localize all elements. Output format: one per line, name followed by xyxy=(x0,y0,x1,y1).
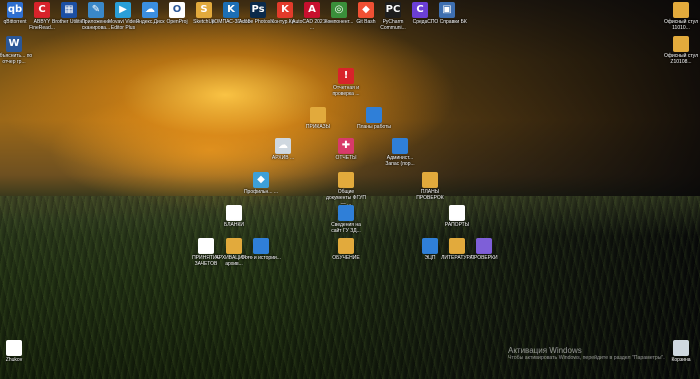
adobe-photoshop-icon: Ps xyxy=(250,2,266,18)
desktop-icon-label: Zhukov xyxy=(5,357,23,363)
profile-icon: ◆ xyxy=(253,172,269,188)
kontur-kr-icon: K xyxy=(277,2,293,18)
desktop-icon-training[interactable]: ОБУЧЕНИЕ xyxy=(326,238,366,261)
movavi-video-editor-icon: ▶ xyxy=(115,2,131,18)
desktop-icon-label: БЛАНКИ xyxy=(223,222,244,228)
brother-utilities-icon: ▦ xyxy=(61,2,77,18)
windows-activation-watermark: Активация Windows Чтобы активировать Win… xyxy=(508,346,665,362)
desktop-icon-label: ПРИКАЗЫ xyxy=(305,124,331,130)
inspection-plans-icon xyxy=(422,172,438,188)
desktop-icon-inspections[interactable]: ПРОВЕРКИ xyxy=(464,238,504,261)
desktop-icon-spo-spravki-bk[interactable]: ▣ СПО Справки БК xyxy=(427,2,467,25)
desktop-icon-label: Планы работы xyxy=(356,124,392,130)
desktop-icon-blanks[interactable]: БЛАНКИ xyxy=(214,205,254,228)
desktop-icon-zhukov[interactable]: Zhukov xyxy=(0,340,34,363)
inspections-icon xyxy=(476,238,492,254)
desktop-icon-label: СПО Справки БК xyxy=(427,19,467,25)
desktop-icon-report-check[interactable]: ! Отчетная и проверка ... xyxy=(326,68,366,97)
desktop-icon-label: АРХИВ ... xyxy=(271,155,295,161)
report-check-icon: ! xyxy=(338,68,354,84)
desktop-icon-office-chair-11010[interactable]: Офисный стул 11010... xyxy=(661,2,700,31)
desktop-icon-photos-history[interactable]: Фото и истории... xyxy=(241,238,281,261)
desktop-icon-profile[interactable]: ◆ Профильн... ... xyxy=(241,172,281,195)
recycle-bin-icon xyxy=(673,340,689,356)
desktop-icon-label: Объяснить... по отчер гр... xyxy=(0,53,33,65)
desktop-icon-site-info[interactable]: Сведения на сайт ГУ ЗД... xyxy=(326,205,366,234)
reports-icon: ✚ xyxy=(338,138,354,154)
desktop-icon-label: Профильн... ... xyxy=(243,189,279,195)
desktop-icon-reports[interactable]: ✚ ОТЧЕТЫ xyxy=(326,138,366,161)
desktop-icon-label: ПЛАНЫ ПРОВЕРОК xyxy=(416,189,444,201)
work-plans-icon xyxy=(366,107,382,123)
sketchup-icon: S xyxy=(196,2,212,18)
desktop-icon-shared-documents[interactable]: Общие документы ФГУП — ... xyxy=(326,172,366,207)
qbittorrent-icon: qb xyxy=(7,2,23,18)
admin-stock-icon xyxy=(392,138,408,154)
desktop-icon-archive[interactable]: ☁ АРХИВ ... xyxy=(263,138,303,161)
blanks-icon xyxy=(226,205,242,221)
desktop-icon-label: РАПОРТЫ xyxy=(444,222,470,228)
desktop-icon-orders-folder[interactable]: ПРИКАЗЫ xyxy=(298,107,338,130)
photos-history-icon xyxy=(253,238,269,254)
desktop-icon-label: ОБУЧЕНИЕ xyxy=(332,255,360,261)
archive-icon: ☁ xyxy=(275,138,291,154)
rapports-icon xyxy=(449,205,465,221)
explain-doc-icon: W xyxy=(6,36,22,52)
desktop-icon-recycle-bin[interactable]: Корзина xyxy=(661,340,700,363)
spo-spravki-bk-icon: ▣ xyxy=(439,2,455,18)
scan-app-icon: ✎ xyxy=(88,2,104,18)
desktop-icon-inspection-plans[interactable]: ПЛАНЫ ПРОВЕРОК xyxy=(410,172,450,201)
kompas-3d-icon: K xyxy=(223,2,239,18)
orders-folder-icon xyxy=(310,107,326,123)
yandex-disk-icon: ☁ xyxy=(142,2,158,18)
desktop-icon-label: Офисный стул Z10108... xyxy=(664,53,698,65)
abbyy-finereader-icon: C xyxy=(34,2,50,18)
desktop-icon-work-plans[interactable]: Планы работы xyxy=(354,107,394,130)
desktop-icon-label: Сведения на сайт ГУ ЗД... xyxy=(331,222,361,234)
watermark-title: Активация Windows xyxy=(508,346,582,355)
shared-documents-icon xyxy=(338,172,354,188)
pycharm-icon: PC xyxy=(385,2,401,18)
desktop-icon-label: Админист... Запас (пор... xyxy=(385,155,415,167)
zhukov-icon xyxy=(6,340,22,356)
ecp-icon xyxy=(422,238,438,254)
desktop-icon-explain-doc[interactable]: WОбъяснить... по отчер гр... xyxy=(0,36,34,65)
desktop-icon-label: ОТЧЕТЫ xyxy=(335,155,357,161)
openproj-icon: O xyxy=(169,2,185,18)
desktop-icon-label: Офисный стул 11010... xyxy=(664,19,698,31)
office-chair-z10108-icon xyxy=(673,36,689,52)
archiving-icon xyxy=(226,238,242,254)
desktop-icon-admin-stock[interactable]: Админист... Запас (пор... xyxy=(380,138,420,167)
acceptance-icon xyxy=(198,238,214,254)
sreda-icon: C xyxy=(412,2,428,18)
desktop-icon-label: ПРОВЕРКИ xyxy=(470,255,498,261)
desktop-icon-label: Фото и истории... xyxy=(241,255,281,261)
office-chair-11010-icon xyxy=(673,2,689,18)
literature-icon xyxy=(449,238,465,254)
autocad-2021-icon: A xyxy=(304,2,320,18)
git-bash-icon: ◆ xyxy=(358,2,374,18)
component-icon: ◎ xyxy=(331,2,347,18)
training-icon xyxy=(338,238,354,254)
desktop-icon-office-chair-z10108[interactable]: Офисный стул Z10108... xyxy=(661,36,700,65)
desktop-icon-label: Отчетная и проверка ... xyxy=(332,85,360,97)
site-info-icon xyxy=(338,205,354,221)
watermark-subtitle: Чтобы активировать Windows, перейдите в … xyxy=(508,355,665,361)
desktop-icon-rapports[interactable]: РАПОРТЫ xyxy=(437,205,477,228)
desktop-icon-label: Корзина xyxy=(671,357,691,363)
